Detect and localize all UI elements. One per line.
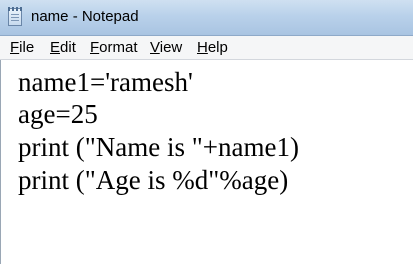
editor-line: name1='ramesh': [18, 67, 193, 97]
menu-file[interactable]: File: [10, 39, 34, 56]
notepad-window: name - Notepad File Edit Format View Hel…: [0, 0, 413, 264]
menu-format[interactable]: Format: [90, 39, 138, 56]
menu-help[interactable]: Help: [197, 39, 228, 56]
editor-line: print ("Name is "+name1): [18, 132, 299, 162]
menu-view[interactable]: View: [150, 39, 182, 56]
editor-line: print ("Age is %d"%age): [18, 165, 289, 195]
notepad-icon[interactable]: [8, 7, 22, 26]
editor-line: age=25: [18, 99, 98, 129]
text-editor[interactable]: name1='ramesh' age=25 print ("Name is "+…: [0, 60, 413, 264]
menu-bar: File Edit Format View Help: [0, 36, 413, 60]
menu-edit[interactable]: Edit: [50, 39, 76, 56]
title-bar[interactable]: name - Notepad: [0, 0, 413, 36]
window-title: name - Notepad: [31, 8, 139, 25]
